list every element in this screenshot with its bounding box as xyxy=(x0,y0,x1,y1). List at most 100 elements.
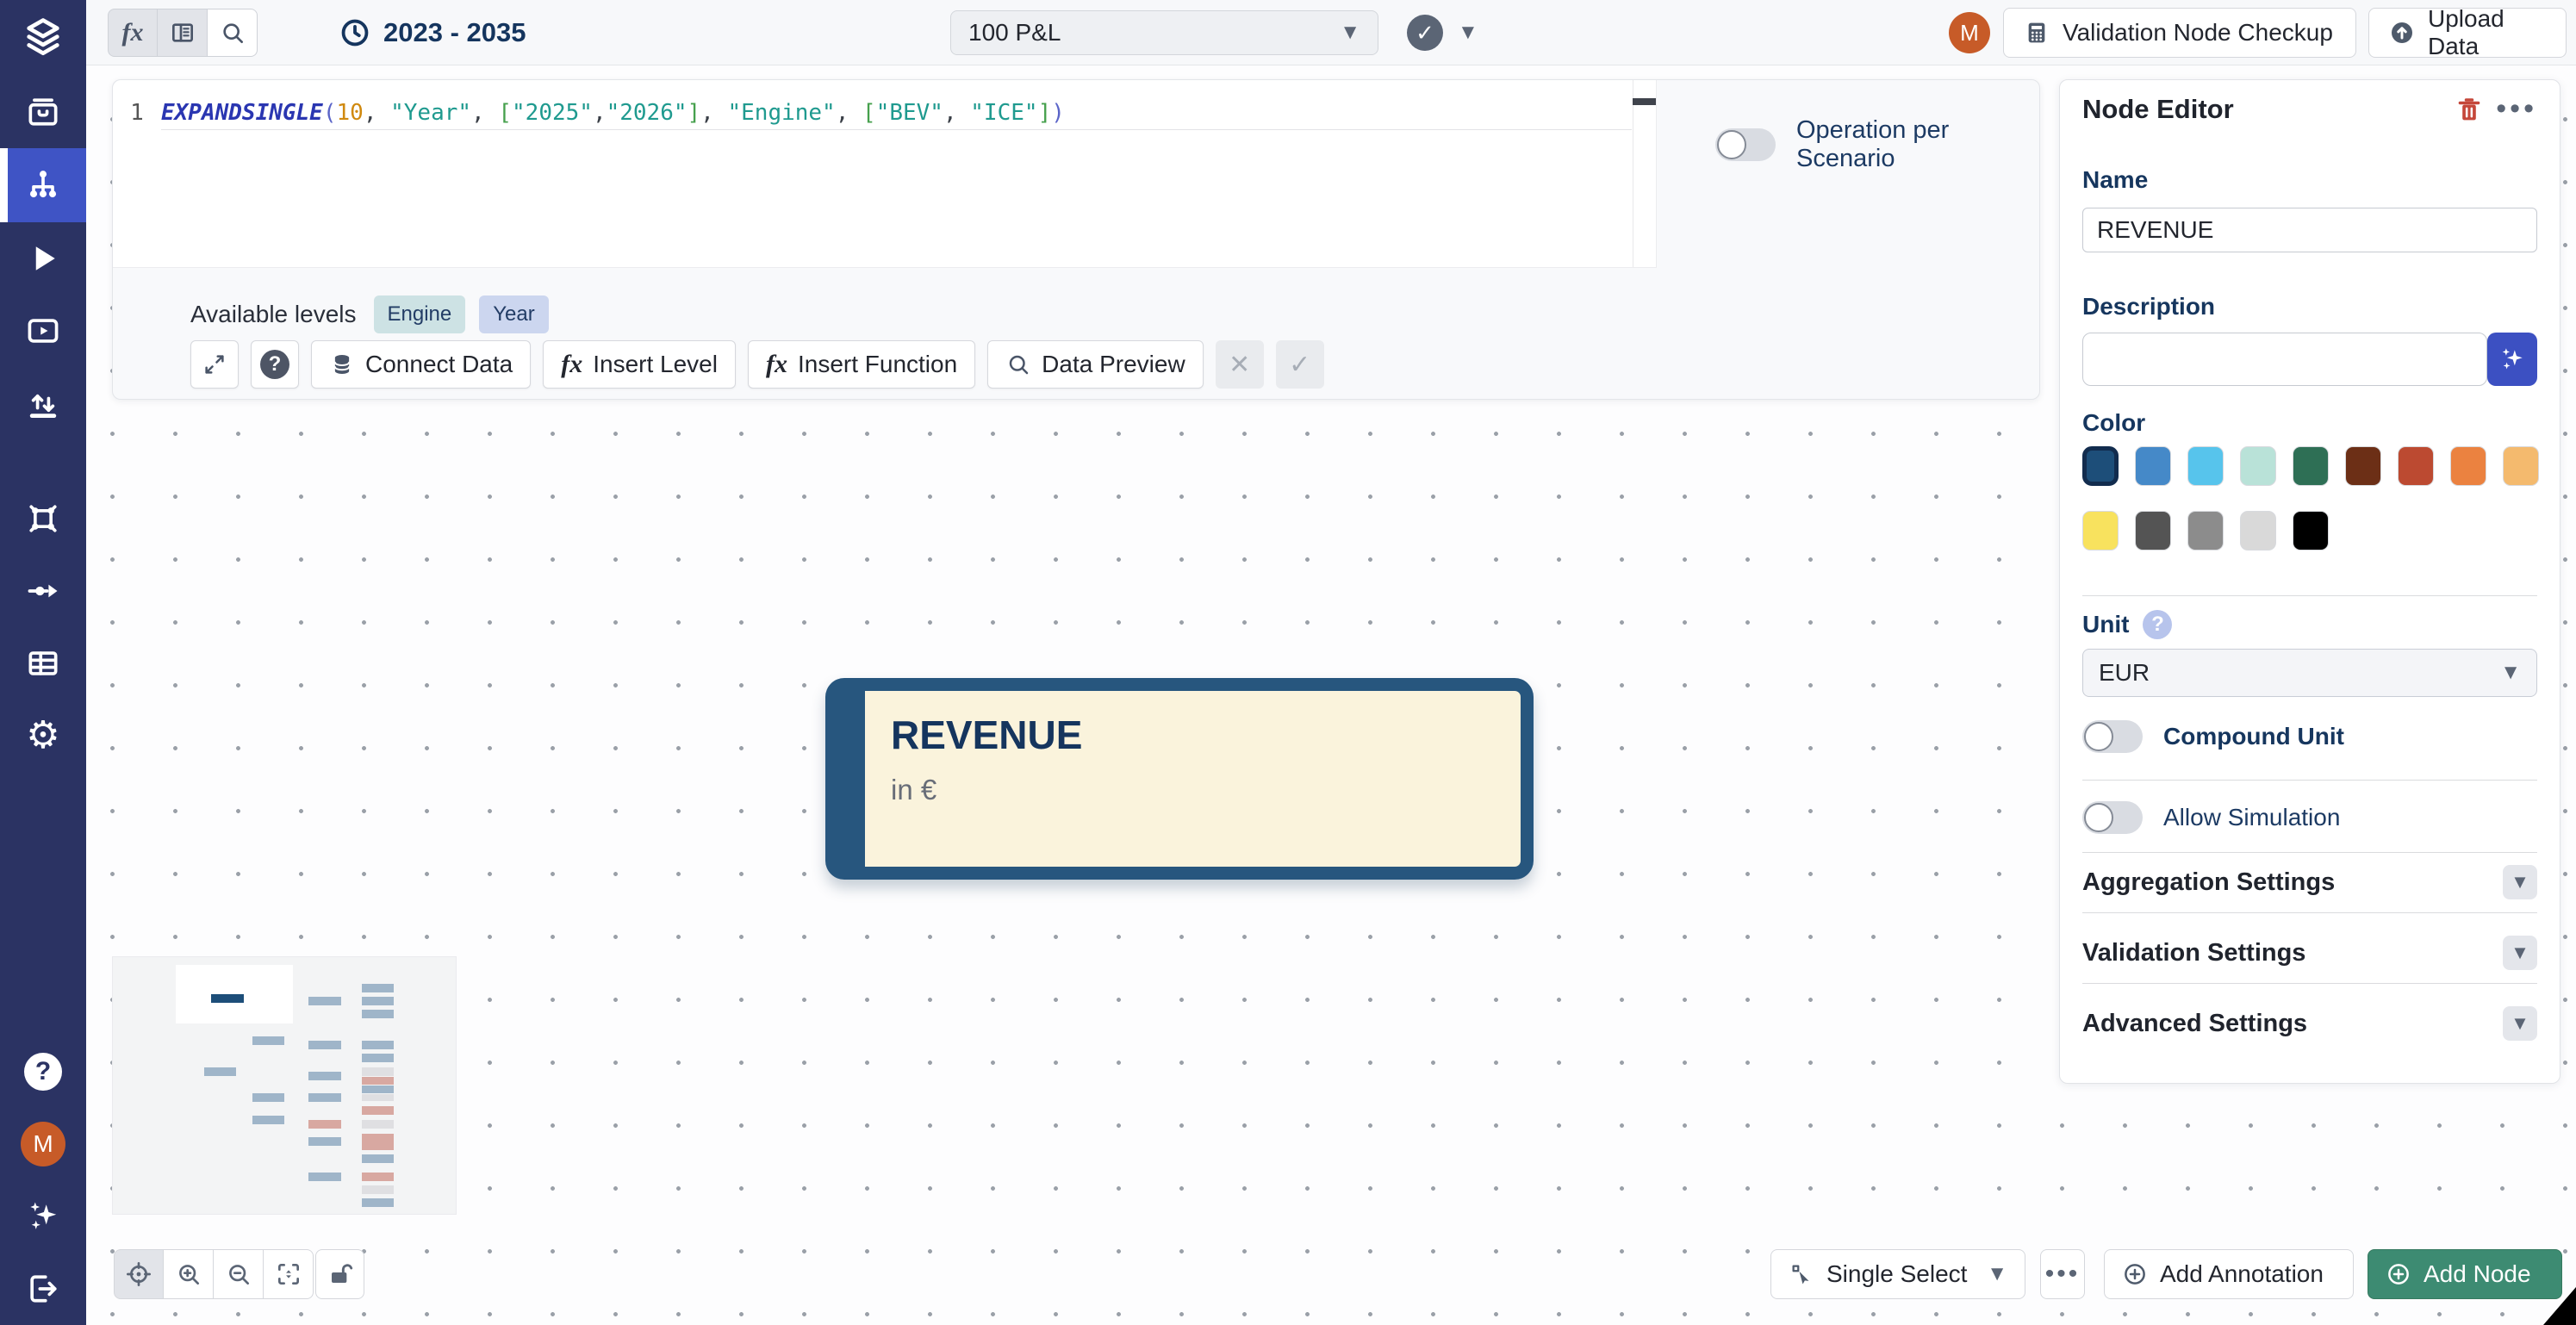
delete-node-button[interactable] xyxy=(2455,96,2484,129)
chevron-down-icon: ▼ xyxy=(1987,1264,2007,1285)
color-swatch-000000[interactable] xyxy=(2293,511,2329,551)
insert-function-button[interactable]: fx Insert Function xyxy=(748,340,975,389)
sidebar-item-tables[interactable] xyxy=(0,627,86,700)
minimap-node xyxy=(362,1094,394,1101)
minimap[interactable] xyxy=(112,956,457,1215)
operation-per-scenario-toggle[interactable] xyxy=(1715,128,1776,161)
color-swatch-545454[interactable] xyxy=(2135,511,2171,551)
editor-mode-switch: fx xyxy=(108,9,258,57)
color-swatch-4589c8[interactable] xyxy=(2135,446,2171,486)
chevron-down-icon[interactable]: ▼ xyxy=(2503,865,2537,899)
time-range[interactable]: 2023 - 2035 xyxy=(339,0,526,65)
minimap-node xyxy=(362,1067,394,1076)
data-preview-button[interactable]: Data Preview xyxy=(987,340,1204,389)
sidebar-item-archive[interactable] xyxy=(0,76,86,148)
color-swatch-f4ba6e[interactable] xyxy=(2503,446,2539,486)
color-swatch-eb8240[interactable] xyxy=(2450,446,2486,486)
sidebar-item-canvas-frame[interactable] xyxy=(0,482,86,555)
model-dropdown[interactable]: 100 P&L ▼ xyxy=(950,10,1378,55)
formula-code-editor[interactable]: 1 EXPANDSINGLE(10, "Year", ["2025","2026… xyxy=(113,80,1657,268)
add-node-button[interactable]: Add Node xyxy=(2368,1249,2562,1299)
insert-level-button[interactable]: fx Insert Level xyxy=(543,340,736,389)
chevron-down-icon: ▼ xyxy=(2500,662,2521,683)
validation-node-checkup-button[interactable]: Validation Node Checkup xyxy=(2003,8,2356,58)
unit-select[interactable]: EUR ▼ xyxy=(2082,649,2537,697)
avatar[interactable]: M xyxy=(1949,12,1990,53)
color-swatch-1d4e79[interactable] xyxy=(2082,446,2119,486)
color-swatch-d9d9d9[interactable] xyxy=(2240,511,2276,551)
panel-layout-button[interactable] xyxy=(158,9,208,57)
lock-canvas-button[interactable] xyxy=(315,1249,364,1299)
sparkles-icon xyxy=(2498,345,2527,374)
color-swatch-6c2f16[interactable] xyxy=(2345,446,2381,486)
formula-editor-panel: 1 EXPANDSINGLE(10, "Year", ["2025","2026… xyxy=(112,79,2040,400)
formula-token: ) xyxy=(1051,100,1065,126)
sidebar-item-data-transfer[interactable] xyxy=(0,367,86,439)
revenue-node[interactable]: REVENUE in € xyxy=(825,678,1534,880)
app-logo[interactable] xyxy=(0,0,86,76)
search-button[interactable] xyxy=(208,9,258,57)
unit-help-icon[interactable]: ? xyxy=(2143,610,2172,639)
formula-token: [ xyxy=(498,100,512,126)
chevron-down-icon[interactable]: ▼ xyxy=(2503,1006,2537,1041)
sidebar-item-settings[interactable]: ⚙ xyxy=(0,700,86,772)
connect-data-button[interactable]: Connect Data xyxy=(311,340,531,389)
sidebar-item-model[interactable] xyxy=(0,148,86,222)
sidebar-item-user[interactable]: M xyxy=(0,1108,86,1180)
level-chip-year[interactable]: Year xyxy=(479,295,549,333)
minimap-node xyxy=(362,984,394,992)
calculator-icon xyxy=(2023,19,2050,47)
sidebar-item-presentation[interactable] xyxy=(0,295,86,367)
sidebar-item-logout[interactable] xyxy=(0,1253,86,1325)
advanced-settings-section[interactable]: Advanced Settings ▼ xyxy=(2082,998,2537,1048)
operation-per-scenario-row: Operation per Scenario xyxy=(1715,116,2039,173)
panel-more-button[interactable]: ••• xyxy=(2496,92,2537,126)
sidebar-item-flows[interactable] xyxy=(0,555,86,627)
editor-scrollbar[interactable] xyxy=(1633,80,1656,268)
minimap-node xyxy=(362,1077,394,1085)
help-icon: ? xyxy=(260,350,289,379)
color-swatch-8c8c8c[interactable] xyxy=(2187,511,2224,551)
allow-simulation-toggle[interactable] xyxy=(2082,801,2143,834)
chevron-down-icon[interactable]: ▼ xyxy=(2503,936,2537,970)
upload-data-button[interactable]: Upload Data xyxy=(2368,8,2567,58)
add-annotation-button[interactable]: Add Annotation xyxy=(2104,1249,2354,1299)
sidebar-item-ai-assistant[interactable] xyxy=(0,1180,86,1253)
compound-unit-toggle[interactable] xyxy=(2082,720,2143,753)
clock-icon xyxy=(339,16,371,49)
validation-status-caret[interactable]: ▼ xyxy=(1458,22,1478,43)
insert-level-label: Insert Level xyxy=(593,351,718,378)
confirm-formula-button[interactable]: ✓ xyxy=(1276,340,1324,389)
color-swatch-57c4ec[interactable] xyxy=(2187,446,2224,486)
formula-help-button[interactable]: ? xyxy=(251,340,299,389)
formula-mode-button[interactable]: fx xyxy=(108,9,158,57)
minimap-node xyxy=(308,1120,341,1129)
validation-status-button[interactable]: ✓ xyxy=(1407,15,1443,51)
canvas-more-button[interactable]: ••• xyxy=(2040,1249,2085,1299)
description-label: Description xyxy=(2082,293,2215,320)
formula-toolbar: ? Connect Data fx Insert Level fx Insert… xyxy=(190,340,1324,389)
name-input[interactable] xyxy=(2082,208,2537,252)
description-input[interactable] xyxy=(2082,333,2487,386)
zoom-out-button[interactable] xyxy=(214,1249,264,1299)
zoom-in-button[interactable] xyxy=(164,1249,214,1299)
expand-editor-button[interactable] xyxy=(190,340,239,389)
compound-unit-label: Compound Unit xyxy=(2163,723,2344,750)
aggregation-settings-section[interactable]: Aggregation Settings ▼ xyxy=(2082,857,2537,907)
recenter-button[interactable] xyxy=(114,1249,164,1299)
formula-code-line[interactable]: EXPANDSINGLE(10, "Year", ["2025","2026"]… xyxy=(161,96,1632,130)
fx-icon: fx xyxy=(122,18,144,47)
level-chip-engine[interactable]: Engine xyxy=(374,295,466,333)
color-swatch-f8e25e[interactable] xyxy=(2082,511,2119,551)
color-swatch-2e6f55[interactable] xyxy=(2293,446,2329,486)
editor-scrollbar-thumb[interactable] xyxy=(1633,98,1656,105)
color-swatch-b9e2d8[interactable] xyxy=(2240,446,2276,486)
fit-view-button[interactable] xyxy=(264,1249,314,1299)
color-swatch-bc4a31[interactable] xyxy=(2398,446,2434,486)
cancel-formula-button[interactable]: ✕ xyxy=(1216,340,1264,389)
validation-settings-section[interactable]: Validation Settings ▼ xyxy=(2082,928,2537,978)
select-mode-dropdown[interactable]: Single Select ▼ xyxy=(1770,1249,2025,1299)
ai-generate-description-button[interactable] xyxy=(2487,333,2537,386)
sidebar-item-simulation[interactable] xyxy=(0,222,86,295)
sidebar-item-help[interactable]: ? xyxy=(0,1036,86,1108)
